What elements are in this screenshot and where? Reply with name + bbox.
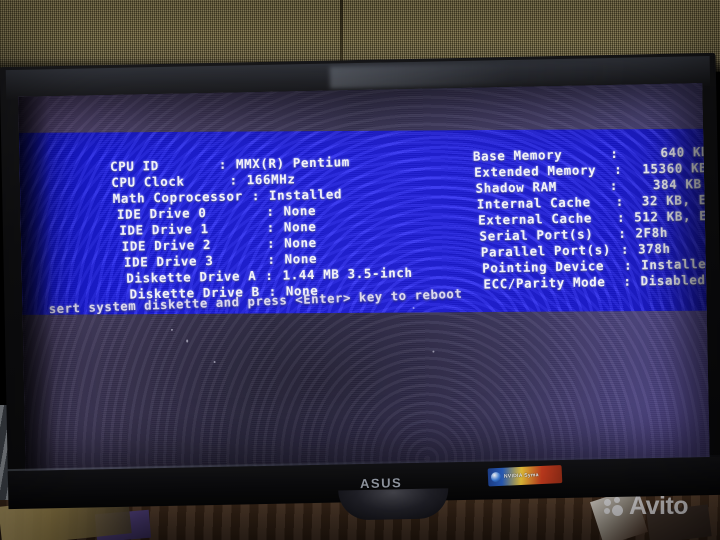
dust-speck xyxy=(213,360,216,363)
bios-panel-moire xyxy=(18,128,707,315)
dust-speck xyxy=(412,306,415,309)
vendor-badge-sticker: NVIDIA Syma xyxy=(487,465,563,487)
avito-watermark: Avito xyxy=(604,492,689,520)
monitor-screen: CPU ID: MMX(R) Pentium CPU Clock:166MHz M… xyxy=(18,83,710,471)
dust-speck xyxy=(170,328,173,331)
dust-speck xyxy=(432,350,435,353)
dust-speck xyxy=(186,339,189,343)
avito-logo-icon xyxy=(604,496,624,517)
avito-watermark-text: Avito xyxy=(629,492,689,520)
asus-logo: ASUS xyxy=(359,475,403,492)
monitor: CPU ID: MMX(R) Pentium CPU Clock:166MHz M… xyxy=(0,52,720,521)
photo-scene: CPU ID: MMX(R) Pentium CPU Clock:166MHz M… xyxy=(0,0,720,540)
bios-blue-panel xyxy=(18,128,707,315)
